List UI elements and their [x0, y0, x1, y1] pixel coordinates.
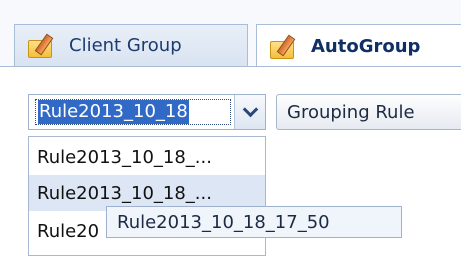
folder-edit-icon — [27, 33, 57, 58]
tab-client-group-label: Client Group — [69, 35, 182, 56]
rule-combo-value: Rule2013_10_18 — [38, 100, 189, 124]
tooltip: Rule2013_10_18_17_50 — [106, 206, 402, 238]
grouping-rule-button[interactable]: Grouping Rule — [276, 94, 461, 130]
rule-combo[interactable]: Rule2013_10_18 — [28, 94, 266, 130]
list-item[interactable]: Rule2013_10_18_... — [29, 139, 265, 175]
list-item-label: Rule2013_10_18_... — [37, 182, 212, 204]
tab-client-group[interactable]: Client Group — [14, 24, 248, 66]
tab-autogroup[interactable]: AutoGroup — [256, 24, 461, 68]
grouping-rule-label: Grouping Rule — [287, 101, 415, 123]
list-item-label: Rule2013_10_18_... — [37, 146, 212, 168]
rule-dropdown-list: Rule2013_10_18_... Rule2013_10_18_... Ru… — [28, 136, 266, 256]
tab-autogroup-label: AutoGroup — [311, 36, 421, 57]
dropdown-arrow-button[interactable] — [234, 95, 265, 129]
rule-combo-input[interactable]: Rule2013_10_18 — [35, 99, 231, 125]
tooltip-text: Rule2013_10_18_17_50 — [117, 211, 330, 233]
chevron-down-icon — [242, 101, 258, 118]
list-item-label: Rule20 — [37, 220, 100, 242]
folder-edit-icon — [269, 34, 299, 59]
tab-bar: Client Group AutoGroup — [0, 0, 461, 76]
